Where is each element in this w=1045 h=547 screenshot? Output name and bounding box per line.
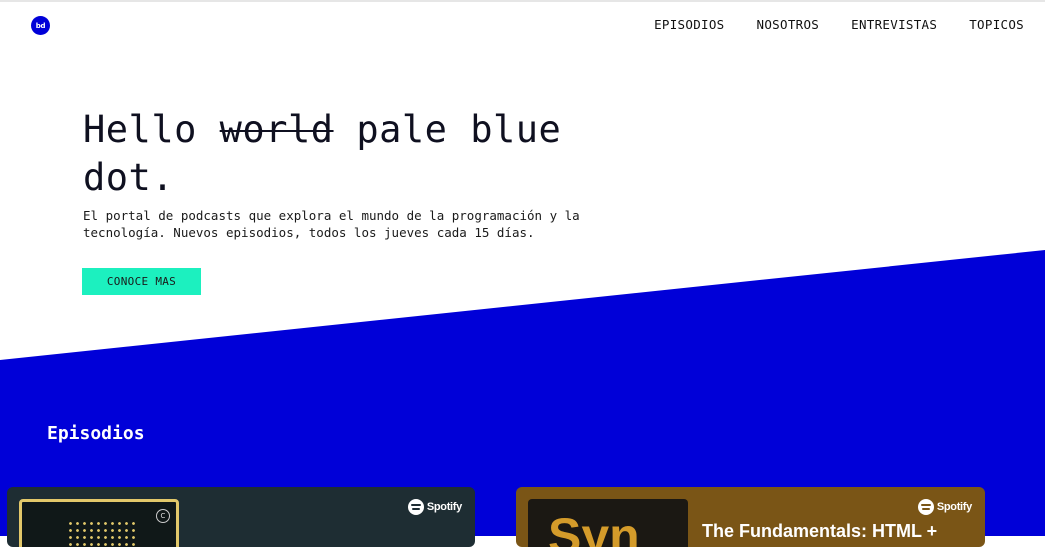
spotify-label: Spotify bbox=[936, 501, 972, 513]
spotify-icon bbox=[407, 499, 424, 515]
hero-title: Hello world pale blue dot. bbox=[83, 106, 643, 202]
episode-cover: C bbox=[19, 499, 179, 547]
hero-title-struck-word: world bbox=[219, 108, 334, 151]
episode-title: The Fundamentals: HTML + bbox=[702, 521, 938, 541]
conoce-mas-button[interactable]: CONOCE MAS bbox=[82, 268, 201, 295]
episode-card[interactable]: C Spotify bbox=[7, 487, 475, 547]
episodes-section-title: Episodios bbox=[47, 423, 145, 444]
cover-word: Syn bbox=[548, 508, 640, 547]
spotify-logo[interactable]: Spotify bbox=[917, 499, 972, 515]
episode-cover: Syn bbox=[528, 499, 688, 547]
spotify-label: Spotify bbox=[426, 501, 462, 513]
episode-card[interactable]: Syn Spotify The Fundamentals: HTML + bbox=[516, 487, 985, 547]
cover-dots-pattern bbox=[67, 520, 137, 547]
spotify-logo[interactable]: Spotify bbox=[407, 499, 462, 515]
spotify-icon bbox=[917, 499, 934, 515]
cover-badge: C bbox=[156, 509, 170, 523]
hero-title-start: Hello bbox=[83, 108, 220, 151]
hero-description: El portal de podcasts que explora el mun… bbox=[83, 208, 580, 240]
